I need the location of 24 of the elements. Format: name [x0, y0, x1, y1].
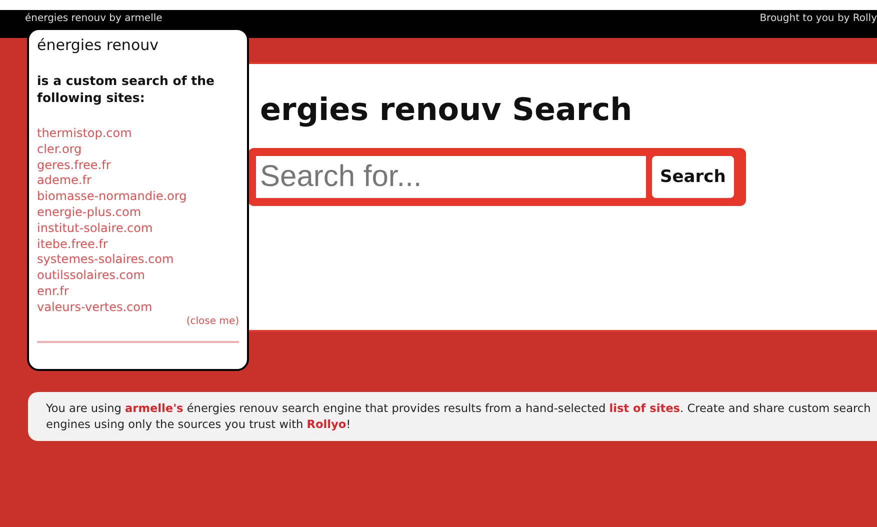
info-link[interactable]: Rollyo	[306, 418, 346, 431]
info-link[interactable]: list of sites	[609, 402, 680, 415]
site-link[interactable]: valeurs-vertes.com	[37, 300, 239, 316]
site-link[interactable]: energie-plus.com	[37, 204, 239, 221]
site-link[interactable]: biomasse-normandie.org	[37, 189, 239, 205]
site-link[interactable]: geres.free.fr	[37, 158, 239, 174]
popup-subtitle: is a custom search of the following sites:	[37, 72, 216, 106]
info-link[interactable]: armelle's	[125, 402, 184, 415]
info-text: You are using armelle's énergies renouv search engine that provides results from a hand-selected list of sites. Create and share custom search engines using only the sources you trust with Rollyo!	[46, 401, 872, 433]
site-link[interactable]: thermistop.com	[37, 126, 239, 142]
site-link[interactable]: itebe.free.fr	[37, 236, 239, 252]
site-link[interactable]: ademe.fr	[37, 173, 239, 190]
site-title: énergies renouv by armelle	[25, 13, 162, 24]
popup-title: énergies renouv	[37, 36, 160, 54]
site-link[interactable]: systemes-solaires.com	[37, 252, 239, 268]
site-link[interactable]: enr.fr	[37, 284, 239, 300]
close-link[interactable]: (close me)	[186, 316, 239, 327]
site-link[interactable]: institut-solaire.com	[37, 220, 239, 237]
search-field[interactable]: Search for...	[256, 156, 646, 198]
site-link[interactable]: outilssolaires.com	[37, 268, 239, 284]
search-heading: ergies renouv Search	[260, 92, 634, 128]
credit-text: Brought to you by Rolly	[760, 13, 877, 24]
site-link[interactable]: cler.org	[37, 142, 239, 158]
search-button[interactable]: Search	[652, 156, 734, 198]
